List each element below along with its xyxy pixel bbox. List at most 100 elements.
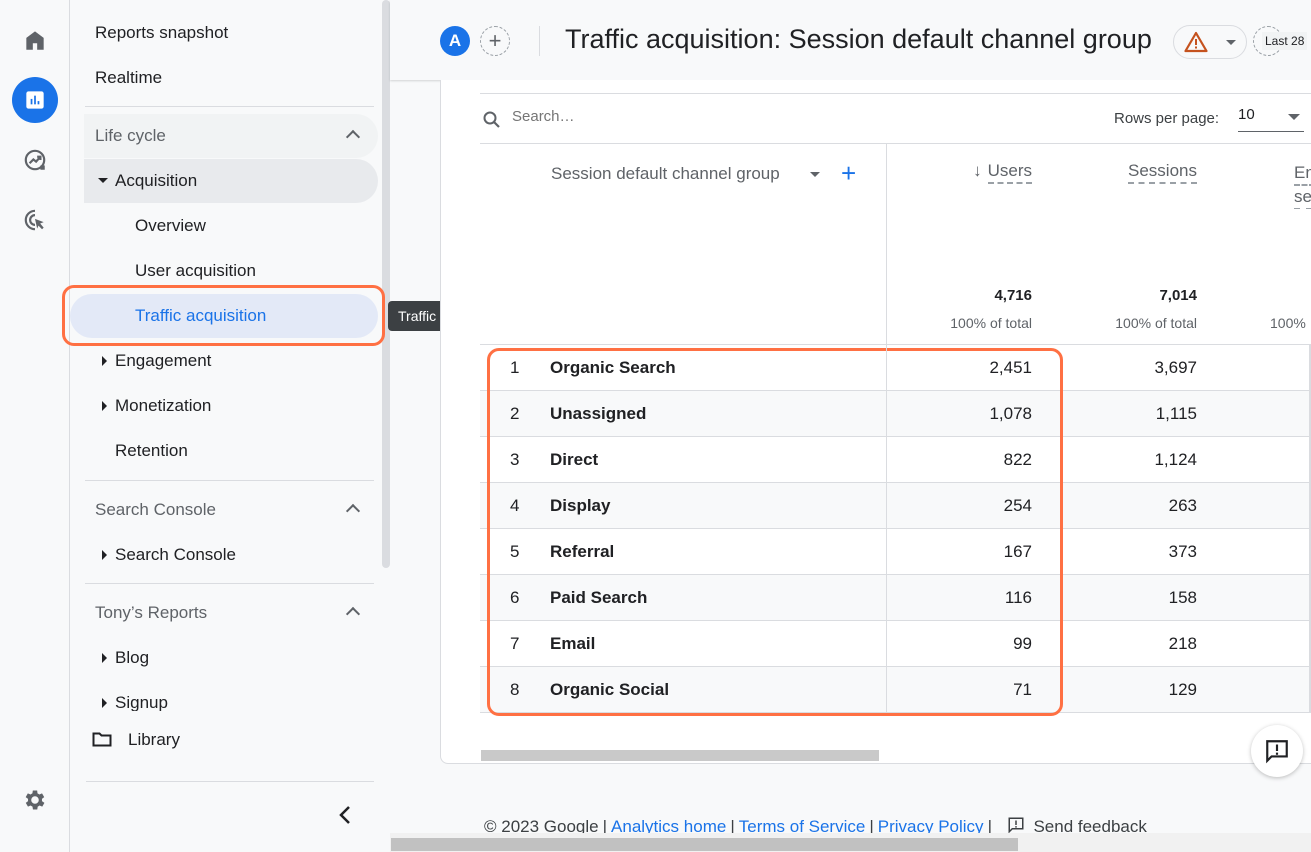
section-title: Tony’s Reports bbox=[95, 603, 208, 622]
users-cell: 1,078 bbox=[989, 404, 1032, 423]
table-horizontal-scrollbar[interactable] bbox=[481, 750, 879, 761]
add-comparison-button[interactable]: + bbox=[480, 26, 510, 56]
sessions-pct-of-total: 100% of total bbox=[1115, 315, 1197, 331]
add-dimension-plus-icon[interactable]: + bbox=[841, 160, 856, 186]
page-title: Traffic acquisition: Session default cha… bbox=[565, 24, 1152, 54]
sessions-cell: 129 bbox=[1168, 680, 1197, 699]
data-quality-button[interactable] bbox=[1173, 25, 1247, 59]
sidebar-item-label: Overview bbox=[135, 216, 206, 235]
section-life-cycle[interactable]: Life cycle bbox=[84, 114, 378, 158]
table-row[interactable]: 1 Organic Search 2,451 3,697 bbox=[480, 345, 1311, 391]
sessions-cell: 373 bbox=[1168, 542, 1197, 561]
sidebar-item-label: Realtime bbox=[95, 68, 163, 87]
section-search-console[interactable]: Search Console bbox=[84, 488, 378, 532]
channel-name-cell: Display bbox=[550, 496, 611, 515]
table-row[interactable]: 4 Display 254 263 bbox=[480, 483, 1311, 529]
users-cell: 254 bbox=[1003, 496, 1032, 515]
chevron-up-icon bbox=[345, 503, 361, 519]
row-index: 3 bbox=[510, 450, 520, 469]
reports-button[interactable] bbox=[12, 77, 58, 123]
table-toolbar: Rows per page: 10 bbox=[480, 94, 1311, 144]
table-body: 1 Organic Search 2,451 3,697 2 Unassigned 1,07… bbox=[480, 345, 1311, 713]
sidebar-item-label: Search Console bbox=[115, 545, 236, 564]
sidebar-item-label: Retention bbox=[115, 441, 188, 460]
explore-button[interactable] bbox=[12, 137, 58, 183]
channel-name-cell: Unassigned bbox=[550, 404, 647, 423]
channel-name-cell: Organic Social bbox=[550, 680, 670, 699]
rows-per-page-value: 10 bbox=[1238, 106, 1255, 123]
sessions-total: 7,014 bbox=[1159, 287, 1197, 304]
sidebar-item-label: User acquisition bbox=[135, 261, 256, 280]
column-label: Sessions bbox=[1128, 161, 1197, 184]
comparison-avatar[interactable]: A bbox=[440, 26, 470, 56]
home-button[interactable] bbox=[12, 17, 58, 63]
sidebar-item-user-acquisition[interactable]: User acquisition bbox=[84, 249, 378, 293]
warning-icon bbox=[1184, 31, 1208, 53]
dimension-column-header[interactable]: Session default channel group bbox=[551, 164, 780, 184]
channel-name-cell: Organic Search bbox=[550, 358, 676, 377]
table-row[interactable]: 8 Organic Social 71 129 bbox=[480, 667, 1311, 713]
table-row[interactable]: 6 Paid Search 116 158 bbox=[480, 575, 1311, 621]
feedback-fab-button[interactable] bbox=[1251, 725, 1303, 777]
divider bbox=[85, 106, 374, 107]
users-column-header[interactable]: ↓ Users bbox=[973, 161, 1032, 184]
sidebar-item-signup[interactable]: Signup bbox=[84, 681, 378, 711]
engaged-sessions-column-header[interactable]: En se bbox=[1294, 161, 1311, 209]
sidebar-item-label: Blog bbox=[115, 648, 150, 667]
dropdown-arrow-icon bbox=[1226, 39, 1236, 45]
users-total: 4,716 bbox=[994, 287, 1032, 304]
users-cell: 116 bbox=[1004, 588, 1032, 607]
report-header: A + Traffic acquisition: Session default… bbox=[390, 0, 1311, 80]
explore-icon bbox=[24, 149, 46, 171]
section-tonys-reports[interactable]: Tony’s Reports bbox=[84, 591, 378, 635]
sidebar-item-reports-snapshot[interactable]: Reports snapshot bbox=[84, 11, 378, 55]
page-horizontal-scrollbar-thumb[interactable] bbox=[391, 838, 1018, 851]
sessions-cell: 1,115 bbox=[1155, 404, 1197, 423]
sidebar-item-overview[interactable]: Overview bbox=[84, 204, 378, 248]
date-range-label[interactable]: Last 28 bbox=[1262, 32, 1308, 50]
sidebar-item-label: Library bbox=[128, 730, 180, 749]
advertising-icon bbox=[24, 209, 44, 231]
table-row[interactable]: 2 Unassigned 1,078 1,115 bbox=[480, 391, 1311, 437]
sessions-column-header[interactable]: Sessions bbox=[1128, 161, 1197, 184]
sidebar-item-blog[interactable]: Blog bbox=[84, 636, 378, 680]
channel-name-cell: Paid Search bbox=[550, 588, 648, 607]
rows-per-page-select[interactable]: 10 bbox=[1238, 104, 1304, 132]
header-divider bbox=[539, 26, 540, 56]
sidebar-item-library[interactable]: Library bbox=[84, 718, 378, 762]
rows-per-page-label: Rows per page: bbox=[1114, 110, 1220, 127]
sort-descending-arrow-icon: ↓ bbox=[973, 161, 982, 180]
channel-name-cell: Referral bbox=[550, 542, 615, 561]
users-cell: 167 bbox=[1003, 542, 1032, 561]
sidebar-item-monetization[interactable]: Monetization bbox=[84, 384, 378, 428]
sidebar-item-retention[interactable]: Retention bbox=[84, 429, 378, 473]
admin-settings-button[interactable] bbox=[12, 777, 58, 823]
folder-icon bbox=[92, 732, 112, 747]
feedback-icon bbox=[1008, 817, 1024, 834]
table-row[interactable]: 7 Email 99 218 bbox=[480, 621, 1311, 667]
reports-icon bbox=[26, 91, 44, 109]
row-index: 6 bbox=[510, 588, 520, 607]
sidebar-item-label: Monetization bbox=[115, 396, 212, 415]
dimension-dropdown-icon[interactable] bbox=[810, 172, 820, 177]
sidebar-item-realtime[interactable]: Realtime bbox=[84, 56, 378, 100]
row-index: 7 bbox=[510, 634, 520, 653]
table-row[interactable]: 5 Referral 167 373 bbox=[480, 529, 1311, 575]
sidebar-item-search-console[interactable]: Search Console bbox=[84, 533, 378, 577]
table-row[interactable]: 3 Direct 822 1,124 bbox=[480, 437, 1311, 483]
users-cell: 2,451 bbox=[989, 358, 1032, 377]
collapse-sidebar-chevron-icon[interactable] bbox=[335, 803, 355, 827]
chevron-up-icon bbox=[345, 606, 361, 622]
caret-down-icon bbox=[98, 178, 108, 183]
sidebar-item-acquisition[interactable]: Acquisition bbox=[84, 159, 378, 203]
advertising-button[interactable] bbox=[12, 197, 58, 243]
table-search-input[interactable] bbox=[512, 108, 912, 125]
channel-name-cell: Direct bbox=[550, 450, 599, 469]
column-divider bbox=[886, 345, 887, 713]
sidebar-nav: Reports snapshot Realtime Life cycle Acq… bbox=[70, 0, 390, 852]
sidebar-item-engagement[interactable]: Engagement bbox=[84, 339, 378, 383]
caret-right-icon bbox=[102, 356, 107, 366]
sidebar-scrollbar[interactable] bbox=[382, 0, 390, 568]
sidebar-item-traffic-acquisition[interactable]: Traffic acquisition bbox=[70, 294, 378, 338]
sidebar-item-label: Traffic acquisition bbox=[135, 306, 267, 325]
